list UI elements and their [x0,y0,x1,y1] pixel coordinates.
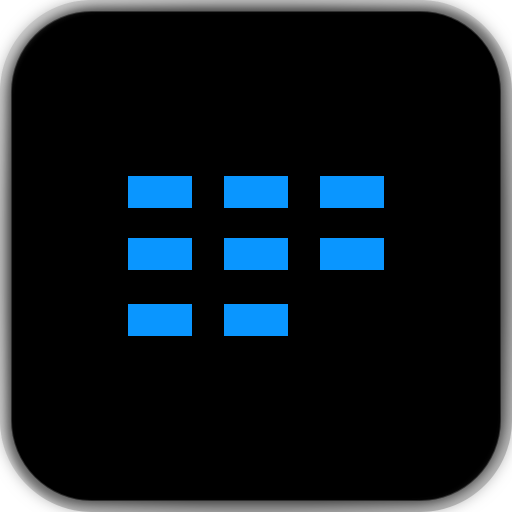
grid-block-r3-c2 [224,304,288,336]
grid-block-r1-c3 [320,176,384,208]
grid-block-r2-c1 [128,238,192,270]
grid-block-r2-c3 [320,238,384,270]
grid-block-r1-c2 [224,176,288,208]
app-icon-tile[interactable] [12,12,500,500]
grid-block-r1-c1 [128,176,192,208]
grid-block-r3-c1 [128,304,192,336]
grid-block-r2-c2 [224,238,288,270]
